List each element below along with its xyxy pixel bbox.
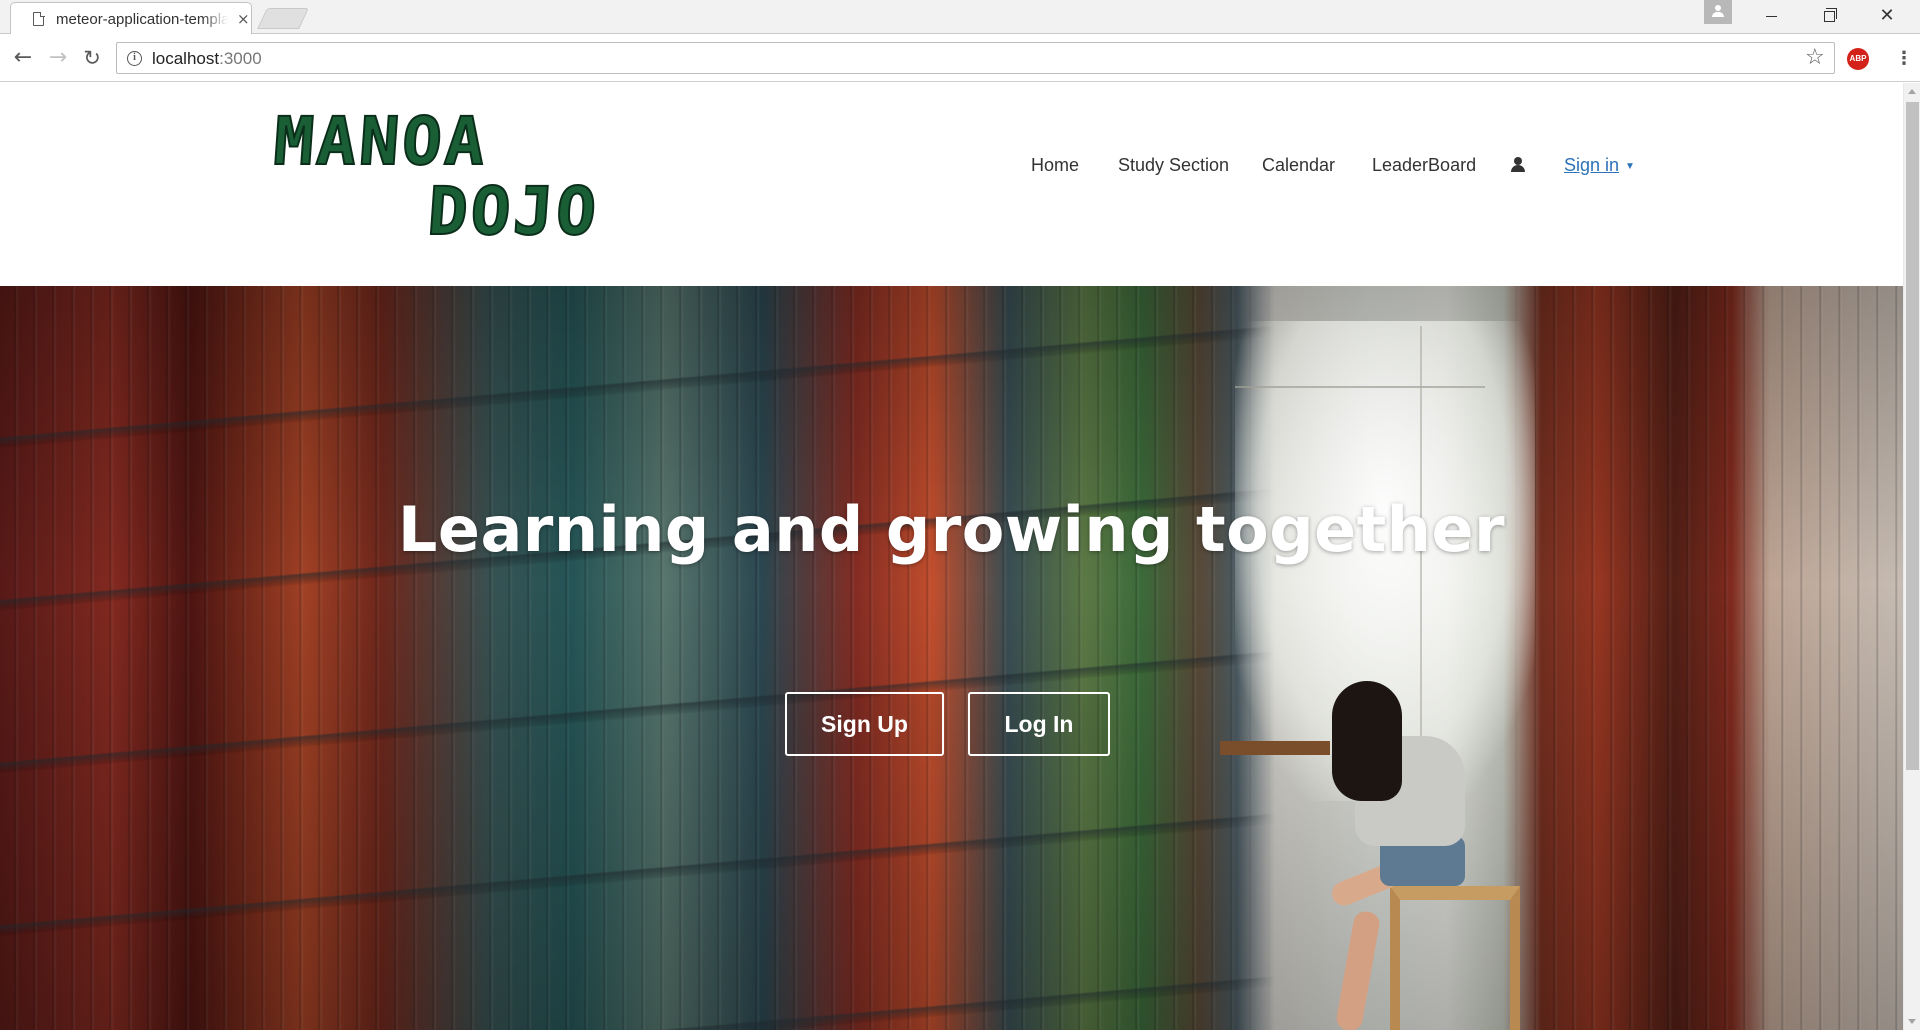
- sign-in-label: Sign in: [1564, 155, 1620, 175]
- restore-button[interactable]: [1800, 0, 1858, 32]
- url-text[interactable]: localhost:3000: [152, 49, 262, 69]
- scroll-thumb[interactable]: [1906, 102, 1919, 770]
- reload-icon[interactable]: ↻: [78, 44, 106, 72]
- new-tab-button[interactable]: [257, 8, 309, 29]
- log-in-button[interactable]: Log In: [968, 692, 1110, 756]
- info-icon[interactable]: i: [127, 51, 142, 66]
- forward-icon[interactable]: →: [44, 44, 72, 72]
- manoa-dojo-logo[interactable]: MANOA DOJO: [270, 102, 602, 251]
- browser-tabstrip: meteor-application-template × ✕: [0, 0, 1920, 34]
- hero-title: Learning and growing together: [397, 493, 1506, 566]
- tab-title: meteor-application-template: [56, 11, 228, 28]
- tab-close-icon[interactable]: ×: [237, 10, 250, 28]
- abp-icon[interactable]: ABP: [1847, 48, 1869, 70]
- profile-icon[interactable]: [1704, 0, 1732, 24]
- user-icon: [1511, 157, 1525, 172]
- nav-study-section[interactable]: Study Section: [1118, 145, 1229, 185]
- minimize-icon: [1765, 16, 1777, 17]
- caret-down-icon: ▼: [1625, 161, 1635, 172]
- sign-in-dropdown[interactable]: Sign in ▼: [1564, 145, 1635, 187]
- address-bar[interactable]: i localhost:3000 ☆: [116, 42, 1835, 74]
- scroll-down-icon[interactable]: [1908, 1019, 1916, 1024]
- reader-leg: [1334, 909, 1382, 1030]
- browser-toolbar: ← → ↻ i localhost:3000 ☆ ABP ⋮: [0, 35, 1920, 82]
- scroll-up-icon[interactable]: [1908, 89, 1916, 94]
- file-icon: [33, 11, 45, 26]
- star-icon[interactable]: ☆: [1805, 45, 1825, 71]
- hero-reader-figure: [1310, 681, 1510, 1030]
- browser-tab[interactable]: meteor-application-template ×: [10, 2, 252, 34]
- page: MANOA DOJO Home Study Section Calendar L…: [0, 83, 1903, 1030]
- page-scrollbar[interactable]: [1903, 83, 1920, 1030]
- logo-line-1: MANOA: [270, 102, 491, 181]
- nav-calendar[interactable]: Calendar: [1262, 145, 1335, 185]
- url-port: :3000: [219, 49, 262, 68]
- restore-icon: [1823, 8, 1837, 22]
- hero-shelf-rows: [0, 286, 1903, 1030]
- close-window-button[interactable]: ✕: [1858, 0, 1916, 32]
- hero-window-frame: [1235, 386, 1485, 388]
- site-header: MANOA DOJO Home Study Section Calendar L…: [0, 83, 1903, 286]
- url-host: localhost: [152, 49, 220, 68]
- logo-line-2: DOJO: [424, 172, 602, 251]
- reader-hair: [1332, 681, 1402, 801]
- nav-leaderboard[interactable]: LeaderBoard: [1372, 145, 1476, 185]
- sign-up-button[interactable]: Sign Up: [785, 692, 944, 756]
- back-icon[interactable]: ←: [9, 44, 37, 72]
- menu-icon[interactable]: ⋮: [1895, 46, 1913, 72]
- minimize-button[interactable]: [1742, 0, 1800, 32]
- page-viewport: MANOA DOJO Home Study Section Calendar L…: [0, 83, 1920, 1030]
- hero-banner: Learning and growing together Sign Up Lo…: [0, 286, 1903, 1030]
- nav-home[interactable]: Home: [1031, 145, 1079, 185]
